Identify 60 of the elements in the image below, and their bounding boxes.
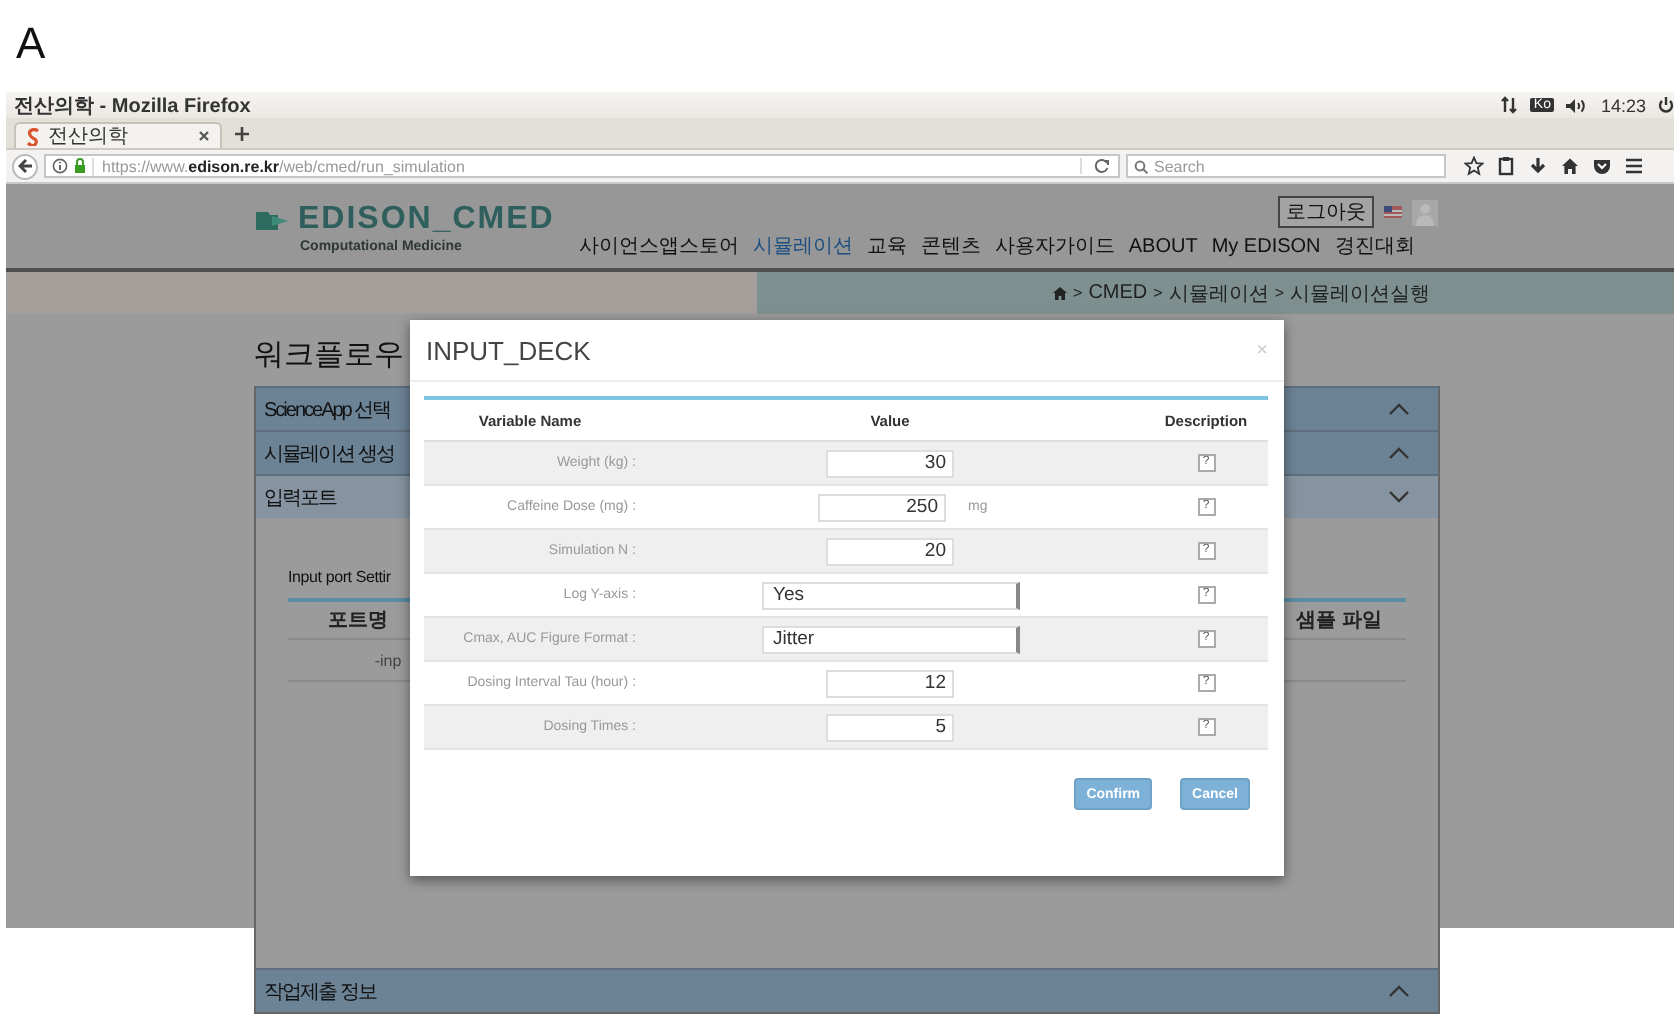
select-field[interactable]: Jitter bbox=[761, 625, 1019, 653]
clock-time[interactable]: 14:23 bbox=[1600, 95, 1646, 115]
reload-icon[interactable] bbox=[1080, 158, 1112, 174]
back-arrow-icon[interactable] bbox=[17, 158, 33, 174]
nav-link[interactable]: 사이언스앱스토어 bbox=[578, 232, 739, 260]
number-field[interactable]: 250 bbox=[818, 493, 946, 521]
search-placeholder: Search bbox=[1154, 157, 1205, 175]
flag-icon[interactable] bbox=[1384, 206, 1402, 218]
new-tab-icon[interactable] bbox=[234, 126, 250, 142]
section-title: Input port Settir bbox=[288, 568, 391, 586]
close-tab-icon[interactable] bbox=[198, 130, 210, 142]
breadcrumb-separator: > bbox=[1153, 284, 1163, 302]
chevron-up-icon[interactable] bbox=[1388, 402, 1410, 416]
favicon-icon bbox=[26, 127, 40, 145]
accordion-header[interactable]: 작업제출 정보 bbox=[256, 968, 1438, 1012]
menu-icon[interactable] bbox=[1624, 156, 1644, 176]
chevron-up-icon[interactable] bbox=[1388, 984, 1410, 998]
number-field[interactable]: 12 bbox=[826, 669, 954, 697]
nav-link[interactable]: 콘텐츠 bbox=[920, 232, 981, 260]
number-field[interactable]: 20 bbox=[826, 537, 954, 565]
home-icon[interactable] bbox=[1051, 286, 1068, 300]
breadcrumb-separator: > bbox=[1274, 284, 1284, 302]
column-header: 샘플 파일 bbox=[1296, 608, 1382, 634]
breadcrumb-separator: > bbox=[1073, 284, 1083, 302]
network-icon[interactable] bbox=[1499, 96, 1518, 114]
url-text: https://www.edison.re.kr/web/cmed/run_simulation bbox=[92, 157, 465, 175]
chevron-up-icon[interactable] bbox=[1388, 446, 1410, 460]
select-field[interactable]: Yes bbox=[761, 581, 1019, 609]
nav-link[interactable]: 사용자가이드 bbox=[994, 232, 1115, 260]
volume-icon[interactable] bbox=[1566, 97, 1589, 113]
column-header: 포트명 bbox=[326, 608, 390, 634]
table-cell-text: -inp bbox=[372, 651, 404, 669]
bookmark-star-icon[interactable] bbox=[1464, 156, 1484, 176]
nav-link[interactable]: 경진대회 bbox=[1334, 232, 1415, 260]
number-field[interactable]: 5 bbox=[826, 713, 954, 741]
dialog-title: INPUT_DECK bbox=[426, 335, 591, 365]
lock-icon bbox=[74, 158, 86, 174]
breadcrumb-link[interactable]: CMED bbox=[1088, 282, 1148, 304]
search-icon bbox=[1134, 159, 1148, 173]
browser-tab[interactable]: 전산의학 bbox=[14, 122, 222, 148]
download-icon[interactable] bbox=[1528, 156, 1548, 176]
back-button[interactable] bbox=[12, 153, 38, 179]
chevron-down-icon[interactable] bbox=[1388, 490, 1410, 504]
panel-label: A bbox=[14, 16, 46, 70]
nav-link[interactable]: 교육 bbox=[866, 232, 907, 260]
nav-link[interactable]: ABOUT bbox=[1128, 235, 1198, 257]
logout-button[interactable]: 로그아웃 bbox=[1278, 196, 1374, 228]
info-icon[interactable] bbox=[52, 158, 68, 174]
nav-link[interactable]: My EDISON bbox=[1211, 235, 1321, 257]
window-title: 전산의학 - Mozilla Firefox bbox=[14, 93, 251, 119]
pocket-icon[interactable] bbox=[1592, 156, 1612, 176]
clipboard-icon[interactable] bbox=[1496, 156, 1516, 176]
page-heading: 워크플로우 bbox=[254, 336, 404, 374]
breadcrumb-link[interactable]: 시뮬레이션 bbox=[1168, 279, 1269, 307]
number-field[interactable]: 30 bbox=[826, 449, 954, 477]
address-field[interactable]: https://www.edison.re.kr/web/cmed/run_simulation bbox=[44, 154, 1120, 178]
power-icon[interactable] bbox=[1658, 96, 1674, 114]
breadcrumb-link[interactable]: 시뮬레이션실행 bbox=[1290, 279, 1430, 307]
home-icon[interactable] bbox=[1560, 156, 1580, 176]
logo-icon bbox=[256, 209, 290, 231]
